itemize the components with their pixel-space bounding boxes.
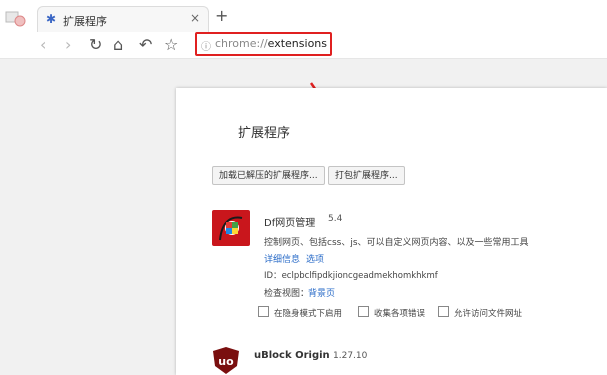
- checkbox-label: 允许访问文件网址: [454, 309, 523, 319]
- file-urls-checkbox[interactable]: 允许访问文件网址: [438, 306, 522, 319]
- pack-extension-button[interactable]: 打包扩展程序...: [328, 166, 405, 185]
- options-link[interactable]: 选项: [306, 252, 324, 265]
- address-bar[interactable]: ⓘ chrome://extensions: [195, 32, 332, 56]
- id-value: eclpbclfipdkjioncgeadmekhomkhkmf: [281, 271, 438, 281]
- bookmark-button[interactable]: ☆: [164, 32, 178, 58]
- background-page-link[interactable]: 背景页: [308, 286, 335, 299]
- checkbox-label: 收集各项错误: [374, 309, 426, 319]
- page-title: 扩展程序: [238, 126, 291, 141]
- address-scheme: chrome://: [215, 37, 268, 50]
- extensions-panel: 扩展程序 加载已解压的扩展程序... 打包扩展程序... Df网页管理 5.4 …: [176, 88, 607, 375]
- browser-logo-icon: [5, 11, 26, 27]
- back-button[interactable]: ‹: [40, 32, 46, 58]
- reload-button[interactable]: ↻: [89, 32, 102, 58]
- load-unpacked-button[interactable]: 加载已解压的扩展程序...: [212, 166, 325, 185]
- svg-text:uo: uo: [218, 355, 234, 368]
- toolbar: ‹ › ↻ ⌂ ↶ ☆ ⓘ chrome://extensions: [0, 32, 607, 59]
- forward-button[interactable]: ›: [65, 32, 71, 58]
- extension-description: 控制网页、包括css、js、可以自定义网页内容、以及一些常用工具: [264, 238, 529, 248]
- extension-version: 5.4: [328, 214, 343, 224]
- incognito-checkbox[interactable]: 在隐身模式下启用: [258, 306, 342, 319]
- checkbox-box[interactable]: [358, 306, 369, 317]
- undo-button[interactable]: ↶: [139, 32, 152, 58]
- id-label: ID：: [264, 271, 282, 281]
- details-link[interactable]: 详细信息: [264, 252, 300, 265]
- checkbox-box[interactable]: [438, 306, 449, 317]
- extension-name: Df网页管理: [264, 218, 316, 229]
- close-tab-icon[interactable]: ×: [190, 11, 200, 25]
- tab-extensions[interactable]: ✱ 扩展程序 ×: [37, 6, 209, 32]
- info-icon: ⓘ: [201, 42, 211, 53]
- tab-strip: ✱ 扩展程序 × +: [0, 0, 607, 32]
- extension-id: ID：eclpbclfipdkjioncgeadmekhomkhkmf: [264, 269, 438, 281]
- tab-title: 扩展程序: [63, 15, 107, 28]
- extension-version: 1.27.10: [333, 351, 368, 361]
- checkbox-label: 在隐身模式下启用: [274, 309, 343, 319]
- address-path: extensions: [267, 37, 327, 50]
- collect-errors-checkbox[interactable]: 收集各项错误: [358, 306, 425, 319]
- df-icon: [212, 210, 250, 246]
- ublock-icon: uo: [213, 347, 239, 374]
- puzzle-icon: ✱: [46, 12, 57, 26]
- new-tab-button[interactable]: +: [215, 8, 228, 24]
- address-text: chrome://extensions: [215, 37, 327, 50]
- inspect-views-label: 检查视图：: [264, 289, 310, 299]
- checkbox-box[interactable]: [258, 306, 269, 317]
- home-button[interactable]: ⌂: [113, 32, 123, 58]
- extension-name: uBlock Origin: [254, 350, 330, 361]
